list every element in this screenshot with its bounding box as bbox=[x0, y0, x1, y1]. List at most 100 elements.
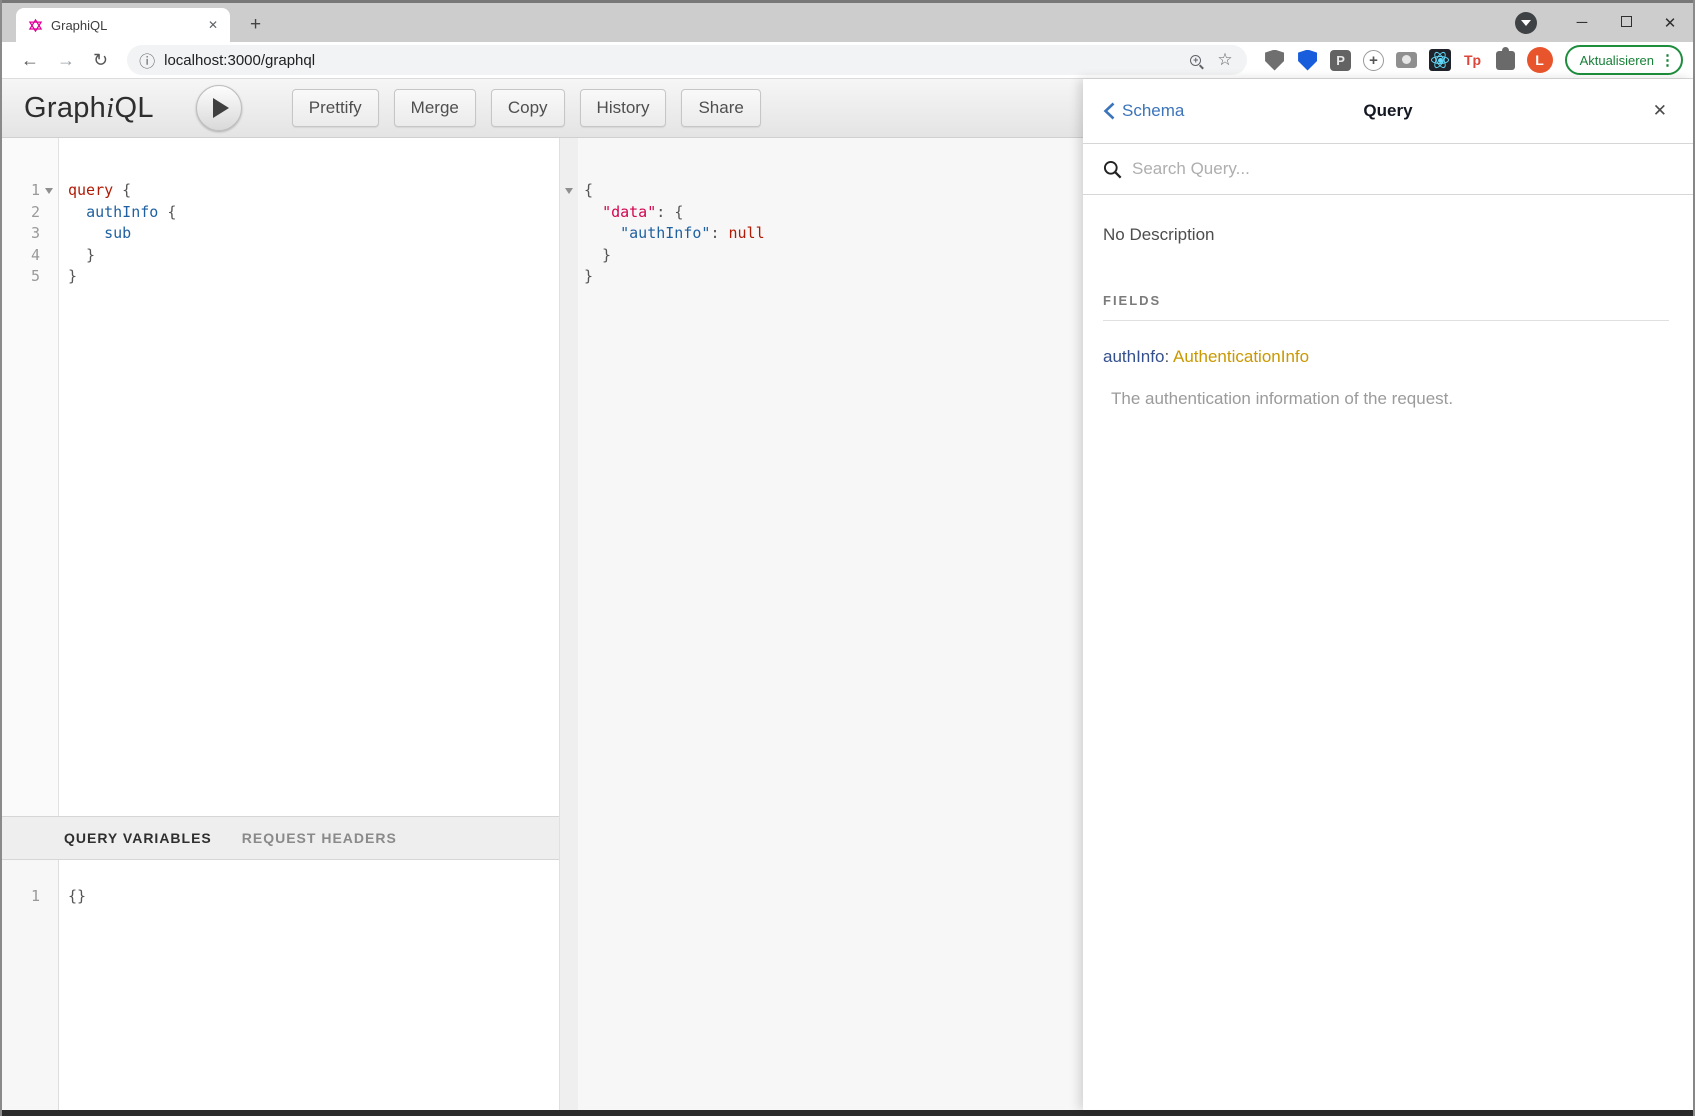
result-viewer: { "data": { "authInfo": null } } bbox=[578, 138, 1083, 1110]
shield-icon bbox=[1298, 50, 1317, 71]
browser-tab-graphiql[interactable]: GraphiQL ✕ bbox=[16, 8, 230, 42]
merge-button[interactable]: Merge bbox=[394, 89, 476, 127]
tab-query-variables[interactable]: QUERY VARIABLES bbox=[64, 830, 212, 846]
query-editor-gutter: 1 2 3 4 5 bbox=[2, 138, 59, 816]
maximize-button[interactable] bbox=[1611, 14, 1641, 31]
minimize-button[interactable]: ─ bbox=[1567, 14, 1597, 31]
extensions-row: P + Tp L bbox=[1263, 47, 1553, 73]
update-label: Aktualisieren bbox=[1580, 53, 1654, 68]
doc-search-row bbox=[1083, 143, 1693, 195]
doc-back-link[interactable]: Schema bbox=[1103, 101, 1184, 121]
ublock-extension-icon[interactable] bbox=[1263, 48, 1287, 72]
bitwarden-extension-icon[interactable] bbox=[1296, 48, 1320, 72]
site-info-icon[interactable]: ⓘ bbox=[139, 48, 155, 72]
tab-request-headers[interactable]: REQUEST HEADERS bbox=[242, 830, 397, 846]
secondary-editor-tabs: QUERY VARIABLES REQUEST HEADERS bbox=[2, 816, 559, 860]
maximize-icon bbox=[1621, 16, 1632, 27]
line-number: 1 bbox=[2, 180, 40, 202]
copy-button[interactable]: Copy bbox=[491, 89, 565, 127]
result-panel: { "data": { "authInfo": null } } bbox=[559, 138, 1083, 1110]
code-line: sub bbox=[68, 223, 559, 245]
puzzle-icon bbox=[1496, 51, 1515, 70]
doc-explorer: Query Schema ✕ No Description FIELDS aut… bbox=[1083, 79, 1693, 1110]
code-line: } bbox=[584, 266, 1083, 288]
tp-badge: Tp bbox=[1464, 52, 1481, 68]
move-extension-icon[interactable]: + bbox=[1362, 48, 1386, 72]
field-row: authInfo: AuthenticationInfo bbox=[1103, 347, 1669, 367]
fold-arrow-icon bbox=[45, 188, 53, 194]
fold-arrow-icon bbox=[565, 188, 573, 194]
share-button[interactable]: Share bbox=[681, 89, 760, 127]
camera-icon bbox=[1396, 52, 1417, 68]
back-button[interactable]: ← bbox=[12, 50, 48, 71]
line-number: 5 bbox=[2, 266, 40, 288]
chevron-left-icon bbox=[1103, 102, 1116, 120]
taskbar-edge bbox=[2, 1110, 1693, 1116]
result-gutter bbox=[560, 138, 578, 1110]
code-line: } bbox=[68, 266, 559, 288]
extensions-puzzle-icon[interactable] bbox=[1494, 48, 1518, 72]
forward-button[interactable]: → bbox=[48, 50, 84, 71]
line-number: 2 bbox=[2, 202, 40, 224]
fold-toggle[interactable] bbox=[560, 180, 578, 202]
graphiql-toolbar: GraphiQL Prettify Merge Copy History Sha… bbox=[2, 79, 1083, 138]
doc-explorer-close-button[interactable]: ✕ bbox=[1653, 101, 1667, 121]
react-icon bbox=[1429, 49, 1451, 71]
history-button[interactable]: History bbox=[580, 89, 667, 127]
line-number: 4 bbox=[2, 245, 40, 267]
p-extension-icon[interactable]: P bbox=[1329, 48, 1353, 72]
bookmark-star-icon[interactable]: ☆ bbox=[1217, 50, 1232, 70]
browser-update-button[interactable]: Aktualisieren ⋮ bbox=[1565, 45, 1683, 75]
type-description: No Description bbox=[1103, 225, 1669, 245]
doc-explorer-header: Query Schema ✕ bbox=[1083, 79, 1693, 143]
profile-avatar[interactable]: L bbox=[1527, 47, 1553, 73]
code-line: "authInfo": null bbox=[584, 223, 1083, 245]
code-line: "data": { bbox=[584, 202, 1083, 224]
tampermonkey-extension-icon[interactable]: Tp bbox=[1461, 48, 1485, 72]
browser-window: GraphiQL ✕ + ─ ✕ ← → ↻ ⓘ localhost:3000/… bbox=[0, 0, 1695, 1116]
line-number: 3 bbox=[2, 223, 40, 245]
browser-titlebar: GraphiQL ✕ + ─ ✕ bbox=[2, 0, 1693, 42]
reload-button[interactable]: ↻ bbox=[84, 50, 117, 71]
graphiql-logo: GraphiQL bbox=[24, 92, 154, 125]
chevron-down-icon bbox=[1521, 20, 1531, 26]
doc-search-input[interactable] bbox=[1132, 159, 1693, 179]
doc-explorer-contents: No Description FIELDS authInfo: Authenti… bbox=[1083, 195, 1693, 409]
doc-back-label: Schema bbox=[1122, 101, 1184, 121]
field-type-link[interactable]: AuthenticationInfo bbox=[1173, 347, 1309, 366]
code-line: } bbox=[68, 245, 559, 267]
code-line: } bbox=[584, 245, 1083, 267]
code-line: {} bbox=[68, 886, 559, 908]
query-editor[interactable]: 1 2 3 4 5 query { authInfo { sub } } bbox=[2, 138, 559, 816]
url-bar[interactable]: ⓘ localhost:3000/graphql + ☆ bbox=[127, 45, 1246, 75]
field-description: The authentication information of the re… bbox=[1103, 389, 1669, 409]
fold-toggle[interactable] bbox=[40, 180, 58, 202]
new-tab-button[interactable]: + bbox=[242, 12, 269, 38]
browser-menu-icon[interactable]: ⋮ bbox=[1660, 51, 1675, 69]
code-line: query { bbox=[68, 180, 559, 202]
browser-navbar: ← → ↻ ⓘ localhost:3000/graphql + ☆ P + T… bbox=[2, 42, 1693, 79]
execute-query-button[interactable] bbox=[196, 85, 242, 131]
letter-badge: P bbox=[1330, 50, 1351, 71]
query-variables-editor[interactable]: 1 {} bbox=[2, 860, 559, 1110]
zoom-icon[interactable]: + bbox=[1190, 55, 1201, 66]
search-icon bbox=[1103, 160, 1122, 179]
shield-icon bbox=[1265, 50, 1284, 71]
tab-title: GraphiQL bbox=[51, 18, 204, 33]
field-name-link[interactable]: authInfo bbox=[1103, 347, 1164, 366]
line-number: 1 bbox=[2, 886, 40, 908]
window-close-button[interactable]: ✕ bbox=[1655, 14, 1685, 32]
react-devtools-extension-icon[interactable] bbox=[1428, 48, 1452, 72]
variables-editor-gutter: 1 bbox=[2, 860, 59, 1110]
screenshot-extension-icon[interactable] bbox=[1395, 48, 1419, 72]
url-text[interactable]: localhost:3000/graphql bbox=[164, 52, 1190, 69]
move-icon: + bbox=[1363, 50, 1384, 71]
play-icon bbox=[213, 98, 229, 118]
graphql-favicon-icon bbox=[28, 18, 43, 33]
prettify-button[interactable]: Prettify bbox=[292, 89, 379, 127]
code-line: { bbox=[584, 180, 1083, 202]
browser-status-chevron-icon[interactable] bbox=[1515, 12, 1537, 34]
code-line: authInfo { bbox=[68, 202, 559, 224]
field-colon: : bbox=[1164, 347, 1169, 366]
tab-close-icon[interactable]: ✕ bbox=[204, 16, 222, 34]
